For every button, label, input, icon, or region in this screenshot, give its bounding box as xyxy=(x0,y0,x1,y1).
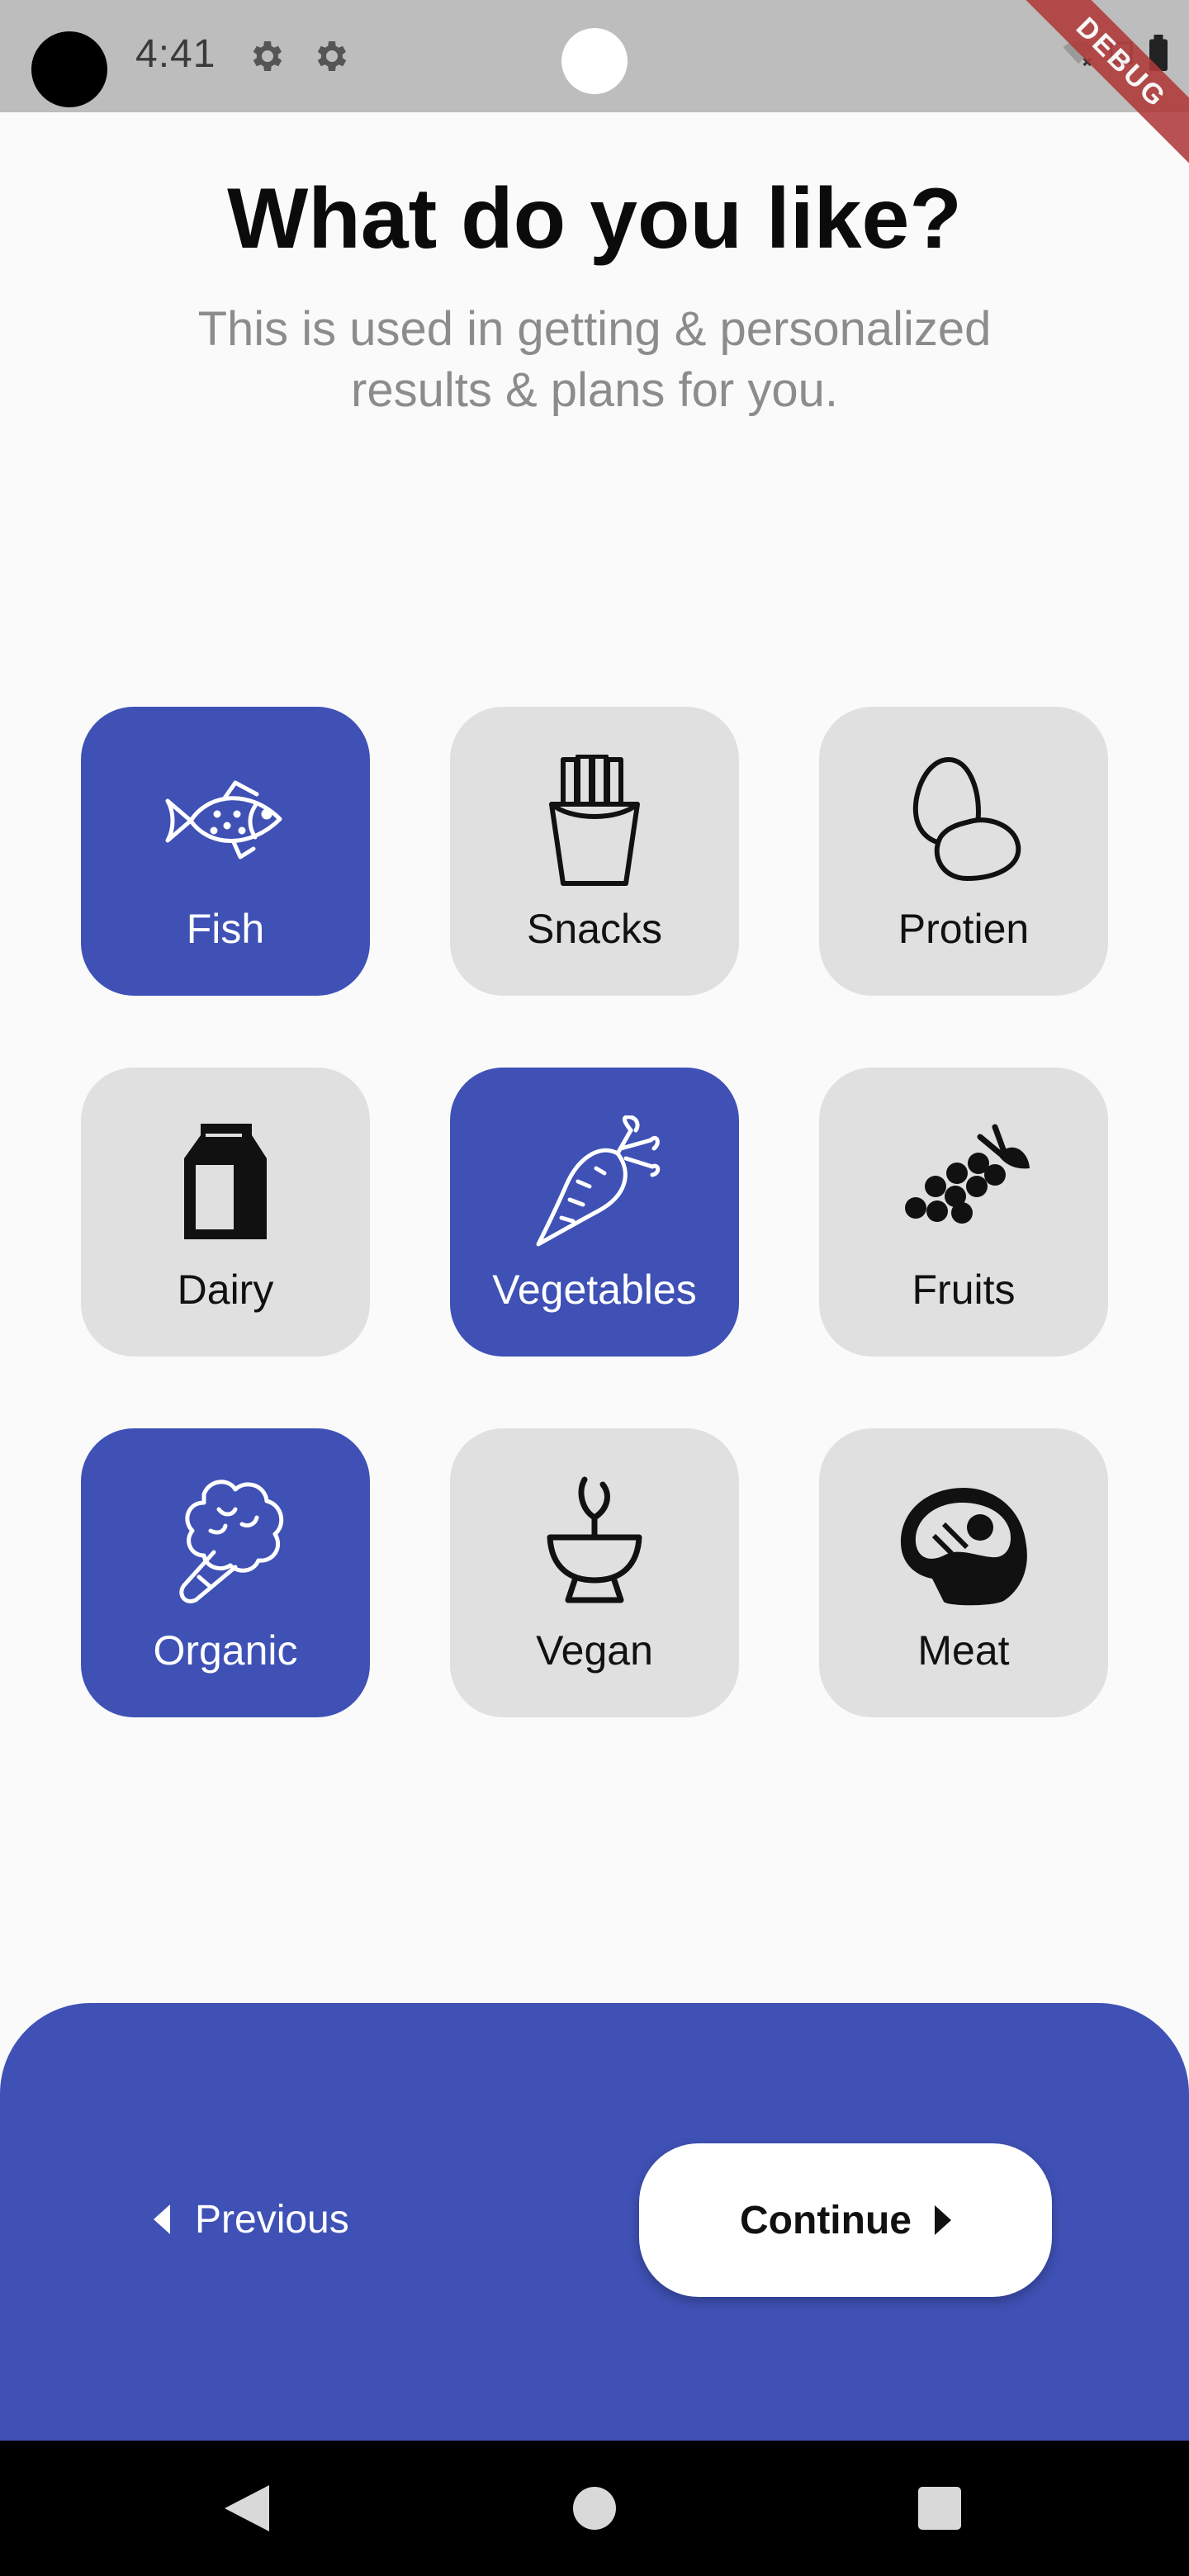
status-bar: 4:41 DEBUG xyxy=(0,0,1189,185)
status-time: 4:41 xyxy=(135,32,216,76)
settings-gear-icon xyxy=(253,41,282,71)
category-tile-meat[interactable]: Meat xyxy=(819,1428,1108,1717)
eggs-icon xyxy=(912,756,1021,882)
category-grid: Fish Snacks Protien Dairy Vegetables Fru… xyxy=(81,707,1108,1717)
tile-label: Snacks xyxy=(527,906,662,952)
page-title: What do you like? xyxy=(227,171,962,267)
debug-banner: DEBUG xyxy=(999,0,1189,185)
front-camera-notch xyxy=(561,28,628,94)
fish-icon xyxy=(165,780,282,859)
category-tile-dairy[interactable]: Dairy xyxy=(81,1068,370,1357)
fries-icon xyxy=(549,755,640,886)
previous-button-label: Previous xyxy=(195,2197,349,2242)
steak-icon xyxy=(901,1488,1027,1606)
category-tile-vegan[interactable]: Vegan xyxy=(450,1428,739,1717)
continue-button[interactable]: Continue xyxy=(639,2143,1052,2297)
category-tile-organic[interactable]: Organic xyxy=(81,1428,370,1717)
broccoli-icon xyxy=(179,1480,284,1603)
system-navigation-bar xyxy=(0,2441,1189,2576)
category-tile-vegetables[interactable]: Vegetables xyxy=(450,1068,739,1357)
tile-label: Fish xyxy=(186,906,265,952)
vegan-bowl-icon xyxy=(547,1476,642,1603)
camera-cutout xyxy=(31,31,107,107)
carrot-icon xyxy=(536,1115,661,1247)
category-tile-protien[interactable]: Protien xyxy=(819,707,1108,996)
grapes-icon xyxy=(905,1124,1030,1224)
caret-left-icon xyxy=(154,2204,170,2234)
recents-square-icon[interactable] xyxy=(898,2467,981,2550)
continue-button-label: Continue xyxy=(740,2198,912,2242)
category-tile-snacks[interactable]: Snacks xyxy=(450,707,739,996)
previous-button[interactable]: Previous xyxy=(154,2185,349,2254)
settings-gear-icon xyxy=(317,41,347,71)
milk-carton-icon xyxy=(184,1124,267,1239)
caret-right-icon xyxy=(934,2205,951,2235)
page-subtitle: This is used in getting & personalized r… xyxy=(197,302,992,417)
tile-label: Protien xyxy=(898,906,1030,952)
tile-label: Fruits xyxy=(912,1267,1016,1313)
tile-label: Meat xyxy=(917,1627,1010,1674)
tile-label: Vegetables xyxy=(492,1267,697,1313)
tile-label: Organic xyxy=(153,1627,298,1674)
back-triangle-icon[interactable] xyxy=(208,2467,291,2550)
home-circle-icon[interactable] xyxy=(553,2467,636,2550)
tile-label: Vegan xyxy=(536,1627,653,1674)
category-tile-fish[interactable]: Fish xyxy=(81,707,370,996)
category-tile-fruits[interactable]: Fruits xyxy=(819,1068,1108,1357)
tile-label: Dairy xyxy=(177,1267,274,1313)
